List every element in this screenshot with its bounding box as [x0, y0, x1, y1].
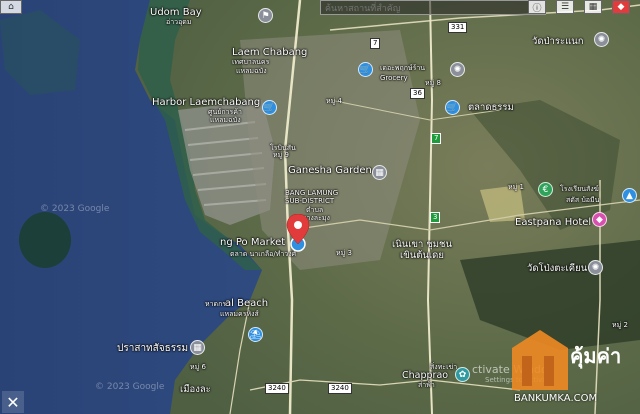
info-icon[interactable]: ⓘ: [528, 0, 546, 14]
label-wat1: วัดป่าระแนก: [532, 36, 584, 47]
beach-icon[interactable]: ⛱: [248, 327, 263, 342]
logo-domain: BANKUMKA.COM: [514, 393, 598, 404]
label-noen: เนินเขา ชุมชน: [392, 239, 452, 250]
cart-icon[interactable]: 🛒: [358, 62, 373, 77]
wat-icon[interactable]: ✺: [588, 260, 603, 275]
road-shield-331: 331: [448, 22, 468, 33]
road-icon[interactable]: ☰: [556, 0, 574, 14]
label-village-7: หมู่ 8: [425, 79, 441, 87]
label-chappray-sub: สิ่งทะเข่า: [430, 363, 458, 371]
label-harbor-th1: ศูนย์การค้า: [208, 108, 242, 116]
label-beach-th2: แหลมครหิงส์: [220, 310, 259, 318]
shopping-icon[interactable]: 🛒: [262, 100, 277, 115]
label-eastpana: Eastpana Hotel: [515, 217, 592, 228]
label-village-4: หมู่ 6: [190, 363, 206, 371]
temple-icon[interactable]: ✺: [594, 32, 609, 47]
label-village-2: หมู่ 1: [508, 183, 524, 191]
road-shield-36: 36: [410, 88, 425, 99]
school-icon[interactable]: €: [538, 182, 553, 197]
label-bang-lamung-th1: ตำบล: [306, 206, 324, 214]
label-village-5: หมู่ 4: [326, 97, 342, 105]
label-wat2: วัดโป่งตะเคียน: [527, 263, 588, 274]
location-pin-icon[interactable]: [285, 214, 311, 252]
label-laem-chabang-th1: เทศบาลนคร: [232, 58, 270, 66]
label-udom-bay: Udom Bay: [150, 7, 202, 18]
road-shield-7b: 7: [431, 133, 442, 144]
back-icon[interactable]: ⌂: [0, 0, 22, 14]
label-beach: al Beach: [225, 298, 269, 309]
label-village-1: หมู่ 9: [273, 151, 289, 159]
google-watermark-top: © 2023 Google: [40, 204, 110, 214]
poi-icon-udom[interactable]: ⚑: [258, 8, 273, 23]
road-shield-3240: 3240: [265, 383, 289, 394]
label-bang-lamung-2: SUB-DISTRICT: [285, 197, 335, 205]
prasat-icon[interactable]: ▦: [190, 340, 205, 355]
label-hotel-th1: โรงเรียนสังฆ์: [560, 185, 599, 193]
search-input[interactable]: [320, 0, 546, 15]
label-udom-bay-th: อ่าวอุดม: [166, 18, 192, 26]
label-prasat: ปราสาทสัจธรรม: [117, 343, 189, 354]
grid-icon[interactable]: ▦: [584, 0, 602, 14]
shop-icon[interactable]: 🛒: [445, 100, 460, 115]
label-village-3: หมู่ 3: [336, 249, 352, 257]
label-harbor-th2: แหลมฉบัง: [210, 116, 241, 124]
road-shield-3240b: 3240: [328, 383, 352, 394]
google-watermark-bottom: © 2023 Google: [95, 382, 165, 392]
label-laem-chabang-th2: แหลมฉบัง: [236, 67, 267, 75]
label-chapprao-th: ส่าพ้า: [418, 381, 435, 389]
attraction-icon[interactable]: ✺: [450, 62, 465, 77]
hotel-icon[interactable]: ◆: [592, 212, 607, 227]
label-market: ng Po Market: [220, 237, 286, 248]
island: [19, 212, 71, 268]
label-bang-lamung-1: BANG LAMUNG: [285, 189, 339, 197]
tools-icon[interactable]: ✕: [2, 391, 24, 413]
label-harbor: Harbor Laemchabang: [152, 97, 261, 108]
label-grocery-th: เดอะพฤกษ์ร้าน: [380, 64, 426, 72]
building-icon[interactable]: ▦: [372, 165, 387, 180]
label-chapprao: Chapprao: [402, 370, 449, 381]
label-beach-th1: หาดกร: [205, 300, 227, 308]
label-hotel-th2: สตัส บ้อมีน: [566, 196, 600, 204]
label-grocery: Grocery: [380, 74, 408, 82]
label-market2: ตลาดธรรม: [468, 102, 514, 113]
label-mueang: เมืองละ: [180, 384, 211, 395]
label-ganesha: Ganesha Garden: [288, 165, 372, 176]
place-icon[interactable]: ▲: [622, 188, 637, 203]
layers-icon[interactable]: ◆: [612, 0, 630, 14]
label-market-th: ตลาด นาเกลือ/ทำวงศ์: [230, 250, 297, 258]
road-shield-7: 7: [370, 38, 381, 49]
road-shield-3: 3: [430, 212, 441, 223]
label-noen2: เขินต้นเดย: [400, 250, 444, 261]
park-icon[interactable]: ✿: [455, 367, 470, 382]
logo-wordmark: คุ้มค่า: [570, 344, 622, 368]
label-laem-chabang: Laem Chabang: [232, 47, 308, 58]
